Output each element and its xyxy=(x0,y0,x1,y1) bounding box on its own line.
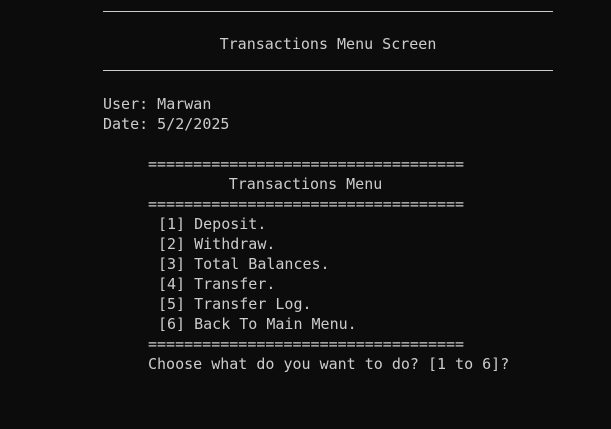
header-rule-bottom xyxy=(103,70,553,71)
user-line: User: Marwan xyxy=(103,95,212,113)
menu-separator-mid: =================================== xyxy=(148,195,465,213)
menu-separator-top: =================================== xyxy=(148,155,465,173)
choice-prompt[interactable]: Choose what do you want to do? [1 to 6]? xyxy=(148,354,509,374)
menu-separator-bottom: =================================== xyxy=(148,335,465,353)
menu-item-back-to-main: [6] Back To Main Menu. xyxy=(158,315,357,333)
console-window: Transactions Menu Screen User: Marwan Da… xyxy=(0,0,611,429)
menu-item-transfer-log: [5] Transfer Log. xyxy=(158,295,312,313)
menu-title: Transactions Menu xyxy=(228,175,383,193)
date-line: Date: 5/2/2025 xyxy=(103,115,230,133)
menu-item-withdraw: [2] Withdraw. xyxy=(158,235,276,253)
menu-item-transfer: [4] Transfer. xyxy=(158,275,276,293)
menu-item-deposit: [1] Deposit. xyxy=(158,215,267,233)
header-rule-top xyxy=(103,11,553,12)
menu-item-total-balances: [3] Total Balances. xyxy=(158,255,330,273)
screen-title: Transactions Menu Screen xyxy=(219,35,437,53)
